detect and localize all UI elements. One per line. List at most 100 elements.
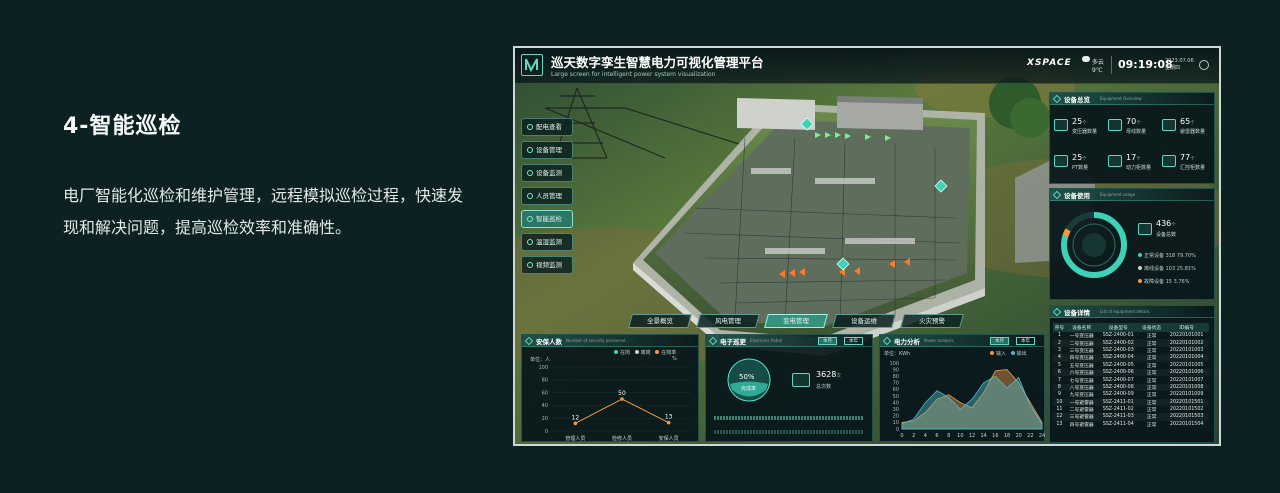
table-header-cell: 设备型号 [1097, 323, 1139, 332]
tab-overview[interactable]: 全景概览 [628, 314, 692, 328]
tab-wind-power[interactable]: 风电管理 [696, 314, 760, 328]
nav-item-personnel[interactable]: 人员管理 [521, 187, 573, 205]
stat-value: 17个 [1126, 153, 1141, 162]
busbar-icon [1108, 119, 1122, 131]
pt-icon [1054, 155, 1068, 167]
table-row[interactable]: 10 一号避雷器 SSZ-2411-01 正常 20220101501 [1053, 398, 1209, 406]
table-row[interactable]: 4 四号变压器 SSZ-2400-04 正常 20220101004 [1053, 354, 1209, 362]
settings-gear-icon[interactable] [1199, 60, 1209, 70]
power-legend: 输入 输出 [990, 350, 1027, 357]
table-header-cell: ID编号 [1164, 323, 1209, 332]
nav-item-distribution[interactable]: 配电查看 [521, 118, 573, 136]
table-cell: 九号变压器 [1069, 393, 1094, 399]
side-nav: 配电查看 设备管理 设备监测 人员管理 智能巡检 温湿监测 视频监测 [521, 118, 573, 279]
brand-logo: XSPACE [1027, 58, 1072, 68]
nav-item-humidity[interactable]: 温湿监测 [521, 233, 573, 251]
table-cell: 20220101501 [1164, 398, 1209, 406]
table-cell: 正常 [1146, 334, 1157, 340]
table-cell: 正常 [1146, 408, 1157, 414]
table-cell: 3 [1057, 347, 1061, 353]
table-cell: 6 [1053, 368, 1066, 377]
table-cell: 20220101009 [1169, 392, 1204, 398]
y-tick-label: 70 [893, 381, 899, 387]
table-cell: 7 [1057, 377, 1061, 383]
top-bar: 巡天数字孪生智慧电力可视化管理平台 Large screen for intel… [515, 48, 1219, 84]
table-cell: 五号变压器 [1069, 363, 1094, 369]
table-cell: 20220101006 [1164, 368, 1209, 377]
table-cell: 正常 [1146, 363, 1157, 369]
table-row[interactable]: 12 三号避雷器 SSZ-2411-03 正常 20220101503 [1053, 413, 1209, 421]
x-tick-label: 检修人员 [612, 435, 632, 442]
nav-item-label: 人员管理 [536, 192, 562, 200]
table-cell: 12 [1053, 413, 1066, 421]
table-cell: 二号避雷器 [1069, 408, 1094, 414]
patrol-progress-bar-2 [714, 430, 864, 434]
diamond-icon [1052, 307, 1062, 317]
table-row[interactable]: 11 二号避雷器 SSZ-2411-02 正常 20220101502 [1053, 406, 1209, 413]
table-row[interactable]: 3 三号变压器 SSZ-2400-03 正常 20220101003 [1053, 347, 1209, 354]
x-tick-label: 24 [1039, 433, 1045, 439]
nav-item-video[interactable]: 视频监测 [521, 256, 573, 274]
table-cell: 1 [1057, 333, 1061, 339]
security-staff-panel: 安保人数 Number of security personnel 单位：人 在… [521, 334, 699, 442]
table-row[interactable]: 13 四号避雷器 SSZ-2411-04 正常 20220101504 [1053, 421, 1209, 428]
table-cell: 20220101003 [1169, 347, 1204, 353]
tab-substation[interactable]: 变电管理 [764, 314, 828, 328]
usage-row-normal: 正常设备 318 79.70% [1138, 252, 1196, 259]
app-logo-icon [521, 54, 543, 76]
table-row[interactable]: 6 六号变压器 SSZ-2400-06 正常 20220101006 [1053, 368, 1209, 377]
table-cell: 2 [1053, 339, 1066, 347]
y-tick-label: 100 [889, 361, 899, 367]
nav-item-inspection[interactable]: 智能巡检 [521, 210, 573, 228]
y-tick-label: 20 [893, 414, 899, 420]
panel-title: 安保人数 [536, 338, 562, 346]
tab-maintenance[interactable]: 设备运维 [832, 314, 896, 328]
table-cell: 正常 [1146, 378, 1157, 384]
year-button[interactable]: 本年 [844, 337, 863, 345]
panel-header: 设备详情 List of equipment details [1050, 306, 1214, 318]
table-row[interactable]: 7 七号变压器 SSZ-2400-07 正常 20220101007 [1053, 376, 1209, 384]
y-tick-label: 50 [893, 394, 899, 400]
nav-item-equipment[interactable]: 设备管理 [521, 141, 573, 159]
panel-title: 设备使用 [1064, 192, 1090, 200]
stat-label: 动力柜数量 [1126, 165, 1152, 171]
app-subtitle: Large screen for intelligent power syste… [551, 71, 716, 78]
table-row[interactable]: 8 八号变压器 SSZ-2400-08 正常 20220101008 [1053, 383, 1209, 392]
staff-legend: 在岗 离岗 在岗率 [614, 349, 676, 356]
nav-item-monitoring[interactable]: 设备监测 [521, 164, 573, 182]
month-button[interactable]: 本月 [818, 337, 837, 345]
table-cell: 20220101004 [1164, 354, 1209, 362]
table-row[interactable]: 9 九号变压器 SSZ-2400-09 正常 20220101009 [1053, 391, 1209, 398]
table-cell: 七号变压器 [1069, 378, 1094, 384]
year-button[interactable]: 本年 [1016, 337, 1035, 345]
patrol-count: 3628次 [816, 370, 841, 379]
table-cell: 四号变压器 [1065, 354, 1098, 362]
table-cell: 正常 [1146, 422, 1157, 428]
y-tick-label: 60 [542, 390, 548, 396]
y-tick-label: 0 [545, 429, 548, 435]
stat-label: 汇控柜数量 [1180, 165, 1206, 171]
table-header-cell: 设备名称 [1065, 323, 1098, 332]
table-cell: SSZ-2411-03 [1097, 413, 1139, 421]
data-label: 50 [618, 390, 626, 397]
table-cell: SSZ-2411-04 [1102, 421, 1134, 427]
table-row[interactable]: 5 五号变压器 SSZ-2400-05 正常 20220101005 [1053, 362, 1209, 369]
header-divider [1111, 56, 1112, 74]
tab-fire-warning[interactable]: 火灾预警 [900, 314, 964, 328]
weekday-value: 星期四 [1165, 65, 1181, 71]
x-tick-label: 18 [1004, 433, 1010, 439]
thermometer-icon [527, 239, 533, 245]
stat-value: 65个 [1180, 117, 1195, 126]
x-tick-label: 0 [900, 433, 903, 439]
table-row[interactable]: 2 二号变压器 SSZ-2400-02 正常 20220101002 [1053, 339, 1209, 347]
table-cell: 20220101504 [1169, 421, 1204, 427]
panel-subtitle: Equipment usage [1100, 192, 1136, 197]
month-button[interactable]: 本月 [990, 337, 1009, 345]
table-cell: 正常 [1138, 354, 1165, 362]
y-tick-label: 80 [893, 374, 899, 380]
table-row[interactable]: 1 一号变压器 SSZ-2400-01 正常 20220101001 [1053, 332, 1209, 339]
table-cell: 三号避雷器 [1065, 413, 1098, 421]
table-cell: SSZ-2400-03 [1102, 347, 1134, 353]
diamond-icon [708, 336, 718, 346]
table-cell: 20220101005 [1169, 362, 1204, 368]
